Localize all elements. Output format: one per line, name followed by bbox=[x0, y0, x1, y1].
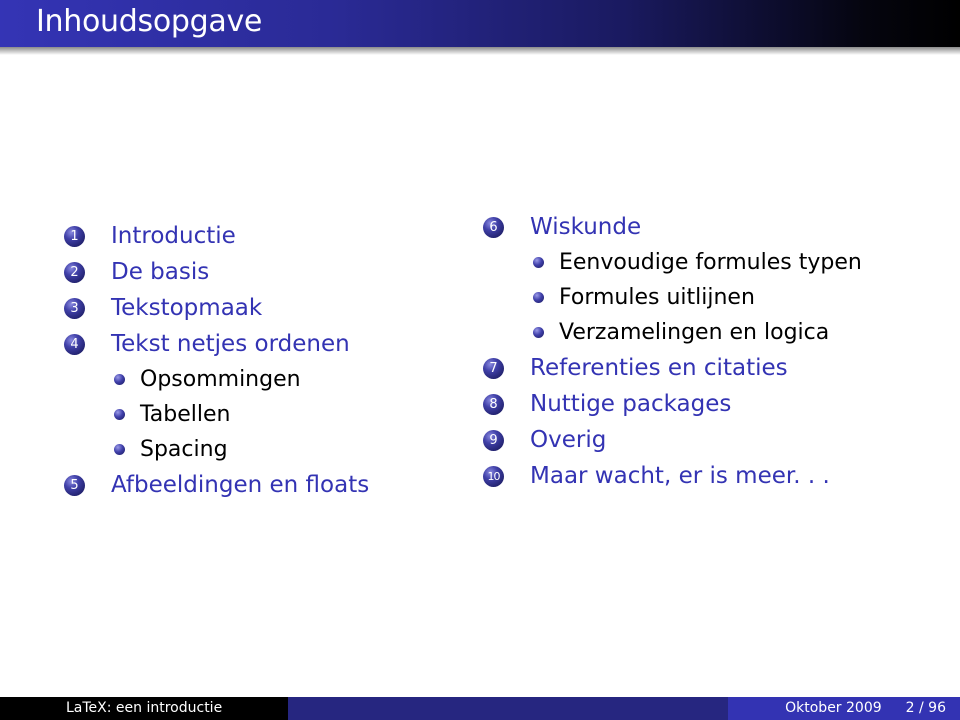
section-number-badge: 1 bbox=[64, 225, 85, 247]
section-label: Overig bbox=[530, 427, 607, 453]
section-number-badge: 7 bbox=[483, 357, 504, 379]
toc-section-wiskunde[interactable]: 6 Wiskunde bbox=[483, 209, 862, 245]
bullet-icon bbox=[533, 257, 544, 268]
toc-section-afbeeldingen-en-floats[interactable]: 5 Afbeeldingen en floats bbox=[64, 467, 369, 503]
section-label: Tekstopmaak bbox=[111, 295, 263, 321]
subsection-label: Spacing bbox=[140, 437, 228, 462]
section-number-badge: 10 bbox=[483, 465, 504, 487]
section-label: De basis bbox=[111, 259, 210, 285]
section-number-badge: 8 bbox=[483, 393, 504, 415]
toc-subsection-formules-uitlijnen[interactable]: Formules uitlijnen bbox=[483, 280, 862, 315]
toc-subsection-tabellen[interactable]: Tabellen bbox=[64, 397, 369, 432]
subsection-label: Opsommingen bbox=[140, 367, 301, 392]
toc-subsection-opsommingen[interactable]: Opsommingen bbox=[64, 362, 369, 397]
section-number-badge: 9 bbox=[483, 429, 504, 451]
toc-section-de-basis[interactable]: 2 De basis bbox=[64, 254, 369, 290]
toc-subsection-verzamelingen[interactable]: Verzamelingen en logica bbox=[483, 315, 862, 350]
section-label: Introductie bbox=[111, 223, 236, 249]
title-bar-shadow bbox=[0, 47, 960, 55]
section-label: Tekst netjes ordenen bbox=[111, 331, 350, 357]
toc-subsection-spacing[interactable]: Spacing bbox=[64, 432, 369, 467]
toc-section-overig[interactable]: 9 Overig bbox=[483, 422, 862, 458]
toc-section-nuttige-packages[interactable]: 8 Nuttige packages bbox=[483, 386, 862, 422]
page-counter: 2 / 96 bbox=[905, 700, 946, 716]
section-number-badge: 4 bbox=[64, 333, 85, 355]
subsection-label: Tabellen bbox=[140, 402, 231, 427]
footer-short-title: LaTeX: een introductie bbox=[0, 697, 288, 720]
section-number-badge: 5 bbox=[64, 474, 85, 496]
bullet-icon bbox=[114, 374, 125, 385]
section-label: Referenties en citaties bbox=[530, 355, 788, 381]
page-title: Inhoudsopgave bbox=[36, 4, 263, 39]
section-number-badge: 3 bbox=[64, 297, 85, 319]
toc-section-introductie[interactable]: 1 Introductie bbox=[64, 218, 369, 254]
footer-middle-band bbox=[288, 697, 728, 720]
section-number-badge: 2 bbox=[64, 261, 85, 283]
section-label: Wiskunde bbox=[530, 214, 642, 240]
toc-section-maar-wacht[interactable]: 10 Maar wacht, er is meer. . . bbox=[483, 458, 862, 494]
subsection-label: Eenvoudige formules typen bbox=[559, 250, 862, 275]
subsection-label: Verzamelingen en logica bbox=[559, 320, 830, 345]
bullet-icon bbox=[533, 292, 544, 303]
frame-title-bar: Inhoudsopgave bbox=[0, 0, 960, 47]
section-label: Afbeeldingen en floats bbox=[111, 472, 370, 498]
toc-left-column: 1 Introductie 2 De basis 3 Tekstopmaak 4… bbox=[64, 218, 369, 503]
footer-date: Oktober 2009 bbox=[785, 700, 882, 716]
footline: LaTeX: een introductie Oktober 2009 2 / … bbox=[0, 697, 960, 720]
toc-section-referenties[interactable]: 7 Referenties en citaties bbox=[483, 350, 862, 386]
toc-right-column: 6 Wiskunde Eenvoudige formules typen For… bbox=[483, 209, 862, 494]
toc-section-tekstopmaak[interactable]: 3 Tekstopmaak bbox=[64, 290, 369, 326]
section-label: Maar wacht, er is meer. . . bbox=[530, 463, 830, 489]
toc-subsection-eenvoudige-formules[interactable]: Eenvoudige formules typen bbox=[483, 245, 862, 280]
section-number-badge: 6 bbox=[483, 216, 504, 238]
section-label: Nuttige packages bbox=[530, 391, 732, 417]
bullet-icon bbox=[114, 409, 125, 420]
footer-date-page: Oktober 2009 2 / 96 bbox=[728, 697, 960, 720]
bullet-icon bbox=[114, 444, 125, 455]
bullet-icon bbox=[533, 327, 544, 338]
subsection-label: Formules uitlijnen bbox=[559, 285, 755, 310]
toc-section-tekst-netjes-ordenen[interactable]: 4 Tekst netjes ordenen bbox=[64, 326, 369, 362]
